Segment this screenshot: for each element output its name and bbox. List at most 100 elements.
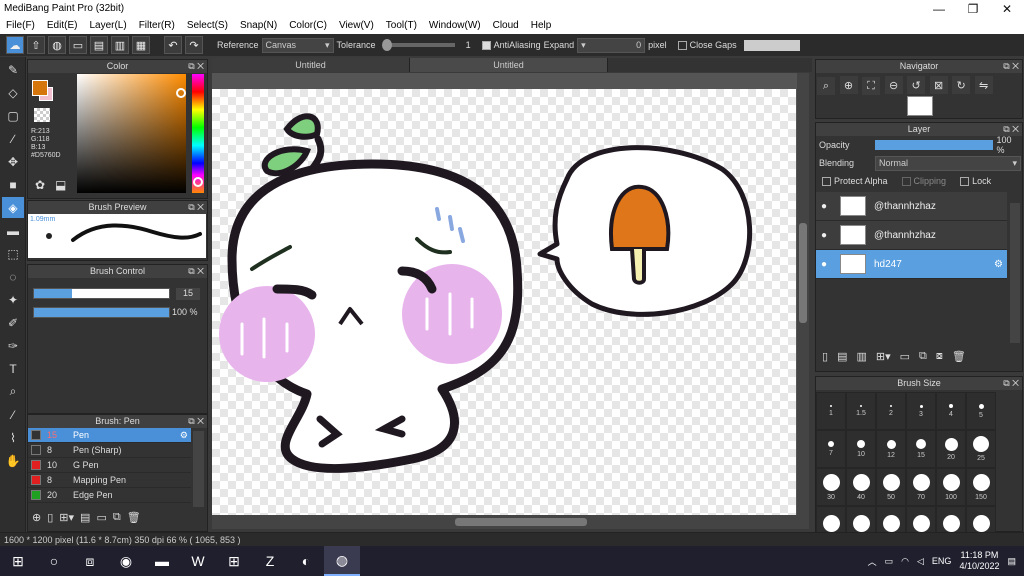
- layer-opacity-slider[interactable]: [874, 140, 993, 150]
- expand-input[interactable]: ▾ 0: [577, 37, 646, 53]
- tab-untitled-1[interactable]: Untitled: [212, 58, 410, 72]
- redo-icon[interactable]: ↷: [185, 36, 203, 54]
- menu-view[interactable]: View(V): [333, 20, 380, 31]
- select-pen-tool-icon[interactable]: ✐: [2, 312, 24, 333]
- brush-size-cell[interactable]: 150: [966, 468, 996, 506]
- brush-item-pen[interactable]: 15 Pen ⚙: [28, 428, 191, 443]
- primary-color-swatch[interactable]: [32, 80, 48, 96]
- search-icon[interactable]: ○: [36, 546, 72, 576]
- folder-icon[interactable]: ▭: [96, 511, 106, 524]
- brush-size-cell[interactable]: 25: [966, 430, 996, 468]
- cloud-icon[interactable]: ☁: [6, 36, 24, 54]
- brush-size-cell[interactable]: 20: [936, 430, 966, 468]
- fill-rect-tool-icon[interactable]: ■: [2, 174, 24, 195]
- hue-slider[interactable]: [192, 74, 204, 193]
- brush-size-cell[interactable]: 70: [906, 468, 936, 506]
- text-tool-icon[interactable]: T: [2, 358, 24, 379]
- brush-size-value[interactable]: 15: [176, 288, 200, 300]
- undo-icon[interactable]: ↶: [164, 36, 182, 54]
- battery-icon[interactable]: ▭: [885, 556, 894, 567]
- tab-untitled-2[interactable]: Untitled: [410, 58, 608, 72]
- eye-icon[interactable]: ●: [816, 230, 832, 241]
- select-eraser-tool-icon[interactable]: ✑: [2, 335, 24, 356]
- upload-icon[interactable]: ⇧: [27, 36, 45, 54]
- brush-tool-icon[interactable]: ✎: [2, 59, 24, 80]
- transparent-color-swatch[interactable]: [34, 108, 50, 122]
- reference-select[interactable]: Canvas ▾: [261, 37, 334, 53]
- menu-cloud[interactable]: Cloud: [487, 20, 525, 31]
- file-explorer-icon[interactable]: ▬: [144, 546, 180, 576]
- duplicate-layer-icon[interactable]: ⧉: [919, 350, 927, 363]
- brush-size-cell[interactable]: 4: [936, 392, 966, 430]
- clipping-checkbox[interactable]: Clipping: [901, 176, 946, 187]
- brush-size-cell[interactable]: 5: [966, 392, 996, 430]
- zalo-icon[interactable]: Z: [252, 546, 288, 576]
- word-icon[interactable]: W: [180, 546, 216, 576]
- close-gaps-slider[interactable]: [743, 39, 800, 51]
- brush-size-cell[interactable]: 7: [816, 430, 846, 468]
- volume-icon[interactable]: ◁: [917, 556, 924, 567]
- brush-item-mapping-pen[interactable]: 8 Mapping Pen: [28, 473, 191, 488]
- menu-filter[interactable]: Filter(R): [133, 20, 181, 31]
- brush-size-cell[interactable]: 12: [876, 430, 906, 468]
- select-rect-tool-icon[interactable]: ⬚: [2, 243, 24, 264]
- gradient-tool-icon[interactable]: ▬: [2, 220, 24, 241]
- dot-tool-icon[interactable]: ∕: [2, 128, 24, 149]
- reset-view-icon[interactable]: ⊠: [929, 76, 948, 94]
- zoom-out-icon[interactable]: ⊖: [884, 76, 903, 94]
- vertical-scrollbar[interactable]: [797, 73, 809, 515]
- protect-alpha-checkbox[interactable]: Protect Alpha: [822, 176, 888, 187]
- layer-item-selected[interactable]: ● hd247 ⚙: [816, 250, 1007, 279]
- canvas-viewport[interactable]: [212, 73, 809, 515]
- move-tool-icon[interactable]: ✥: [2, 151, 24, 172]
- panel-close-icon[interactable]: ⧉ ✕: [1003, 123, 1019, 136]
- windows-start-icon[interactable]: ⊞: [0, 546, 36, 576]
- brush-size-cell[interactable]: 50: [876, 468, 906, 506]
- brush-item-pen-sharp[interactable]: 8 Pen (Sharp): [28, 443, 191, 458]
- app-grid-icon[interactable]: ⊞: [216, 546, 252, 576]
- notification-icon[interactable]: ▤: [1007, 556, 1016, 567]
- antialiasing-checkbox[interactable]: AntiAliasing: [481, 40, 541, 51]
- menu-snap[interactable]: Snap(N): [234, 20, 283, 31]
- panel-close-icon[interactable]: ⧉ ✕: [1003, 60, 1019, 73]
- app-icon[interactable]: ◐: [288, 546, 324, 576]
- new-brush-icon[interactable]: ▯: [47, 511, 53, 524]
- eyedropper-tool-icon[interactable]: ⁄: [2, 404, 24, 425]
- menu-tool[interactable]: Tool(T): [380, 20, 423, 31]
- wifi-icon[interactable]: ◠: [901, 556, 909, 567]
- menu-file[interactable]: File(F): [0, 20, 41, 31]
- menu-select[interactable]: Select(S): [181, 20, 234, 31]
- new-halftone-layer-icon[interactable]: ▤: [837, 350, 847, 363]
- comment-icon[interactable]: ◍: [48, 36, 66, 54]
- maximize-button[interactable]: ❐: [956, 2, 990, 16]
- lock-checkbox[interactable]: Lock: [960, 176, 991, 187]
- duplicate-icon[interactable]: ⧉: [113, 511, 121, 524]
- delete-layer-icon[interactable]: 🗑: [952, 350, 966, 363]
- task-view-icon[interactable]: ⧈: [72, 546, 108, 576]
- document-icon[interactable]: ▤: [90, 36, 108, 54]
- folder-icon[interactable]: ▭: [900, 350, 910, 363]
- layer-item[interactable]: ● @thannhzhaz: [816, 221, 1007, 250]
- brush-menu-icon[interactable]: ⊞▾: [59, 511, 74, 524]
- panel-layout-icon[interactable]: ▥: [111, 36, 129, 54]
- eye-icon[interactable]: ●: [816, 201, 832, 212]
- new-layer-icon[interactable]: ▯: [822, 350, 828, 363]
- close-gaps-checkbox[interactable]: Close Gaps: [677, 40, 737, 51]
- panel-close-icon[interactable]: ⧉ ✕: [188, 415, 204, 428]
- brush-size-cell[interactable]: 30: [816, 468, 846, 506]
- layer-item[interactable]: ● @thannhzhaz: [816, 192, 1007, 221]
- magic-wand-tool-icon[interactable]: ✦: [2, 289, 24, 310]
- new-8bit-layer-icon[interactable]: ▥: [856, 350, 866, 363]
- gear-icon[interactable]: ⚙: [994, 259, 1007, 270]
- chrome-icon[interactable]: ◉: [108, 546, 144, 576]
- scroll-thumb[interactable]: [455, 518, 587, 526]
- navigator-thumbnail[interactable]: [907, 96, 933, 116]
- menu-layer[interactable]: Layer(L): [83, 20, 132, 31]
- menu-window[interactable]: Window(W): [423, 20, 487, 31]
- clock[interactable]: 11:18 PM 4/10/2022: [959, 550, 999, 572]
- gear-icon[interactable]: ⚙: [180, 430, 191, 441]
- panel-close-icon[interactable]: ⧉ ✕: [188, 265, 204, 278]
- brush-size-cell[interactable]: 100: [936, 468, 966, 506]
- menu-color[interactable]: Color(C): [283, 20, 333, 31]
- bucket-tool-icon[interactable]: ◈: [2, 197, 24, 218]
